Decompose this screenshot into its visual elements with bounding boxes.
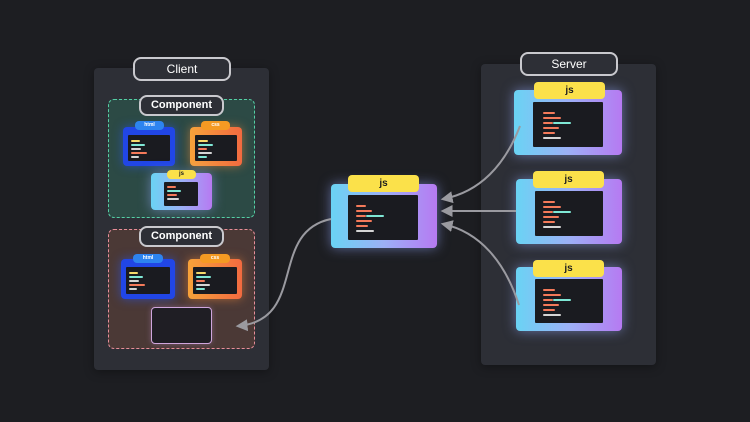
arrow-server-1-to-bundle	[440, 125, 521, 204]
connection-arrows	[235, 125, 521, 332]
arrow-bundle-to-client	[235, 218, 332, 332]
arrow-server-3-to-bundle	[440, 220, 520, 306]
